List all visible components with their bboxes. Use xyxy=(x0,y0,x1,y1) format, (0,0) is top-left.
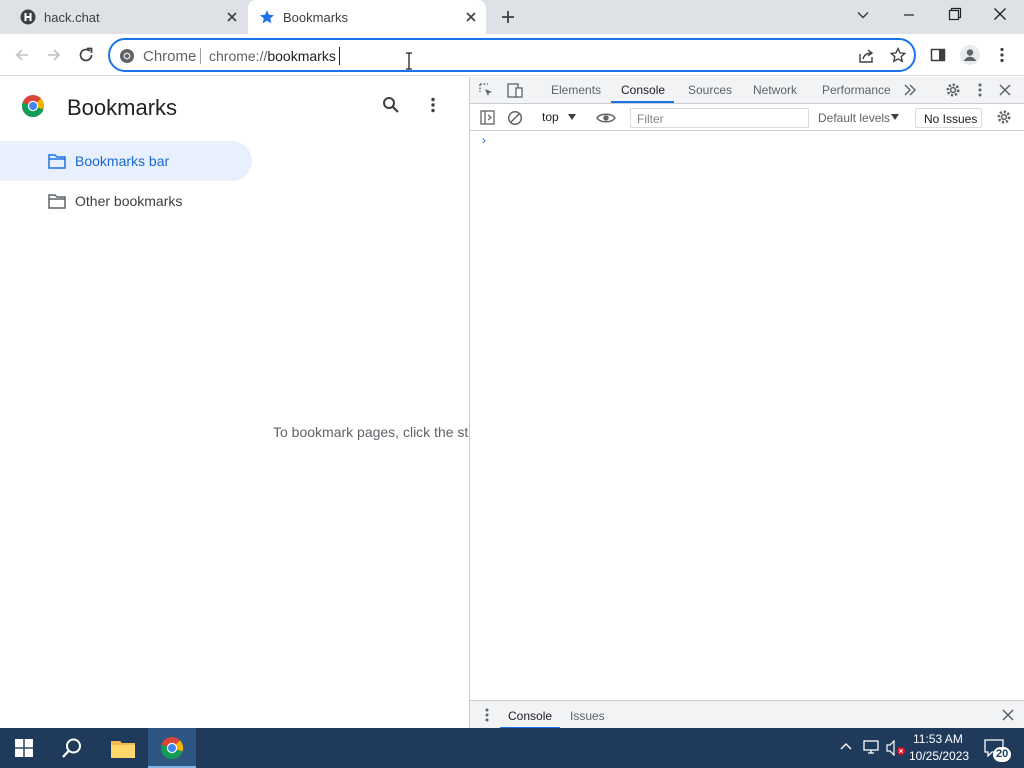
devtools-tab-elements[interactable]: Elements xyxy=(551,83,601,97)
devtools-drawer: Console Issues xyxy=(470,700,1024,729)
active-tab-indicator xyxy=(611,101,674,103)
tab-bookmarks[interactable]: Bookmarks xyxy=(248,0,486,34)
share-icon[interactable] xyxy=(858,48,874,64)
dropdown-arrow-icon xyxy=(891,114,899,120)
restore-icon[interactable] xyxy=(948,7,962,21)
log-levels-dropdown[interactable]: Default levels xyxy=(818,111,890,125)
clear-console-icon[interactable] xyxy=(507,110,523,126)
page-title: Bookmarks xyxy=(67,95,178,120)
folder-icon xyxy=(48,193,66,209)
tab-strip: hack.chat Bookmarks xyxy=(0,0,1024,34)
levels-label: Default levels xyxy=(818,111,891,125)
close-tab-icon[interactable] xyxy=(224,9,240,25)
minimize-icon[interactable] xyxy=(902,8,916,22)
console-settings-icon[interactable] xyxy=(996,109,1012,125)
forward-arrow-icon[interactable] xyxy=(42,43,66,67)
tab-title: hack.chat xyxy=(44,10,100,25)
side-panel-icon[interactable] xyxy=(926,43,950,67)
devtools-tab-console[interactable]: Console xyxy=(621,83,665,97)
omnibox-divider xyxy=(200,48,201,64)
inspect-element-icon[interactable] xyxy=(479,83,494,98)
star-favicon-icon xyxy=(259,9,275,25)
chrome-logo-icon xyxy=(119,48,135,64)
network-icon[interactable] xyxy=(863,740,879,754)
devtools-tab-bar: Elements Console Sources Network Perform… xyxy=(470,77,1024,104)
tab-title: Bookmarks xyxy=(283,10,349,25)
devtools-panel: Elements Console Sources Network Perform… xyxy=(469,77,1024,729)
reload-icon[interactable] xyxy=(74,43,98,67)
tab-search-chevron-icon[interactable] xyxy=(856,8,870,22)
drawer-menu-icon[interactable] xyxy=(485,708,489,722)
sidebar-toggle-icon[interactable] xyxy=(480,110,495,125)
tab-hack-chat[interactable]: hack.chat xyxy=(8,0,246,34)
dropdown-arrow-icon xyxy=(568,114,576,120)
live-expression-eye-icon[interactable] xyxy=(596,111,616,125)
back-arrow-icon[interactable] xyxy=(10,43,34,67)
console-filter-input[interactable]: Filter xyxy=(630,108,809,128)
volume-muted-icon[interactable] xyxy=(886,740,906,756)
drawer-tab-console[interactable]: Console xyxy=(508,709,552,723)
bookmarks-manager: Bookmarks Bookmarks bar Other bookmarks … xyxy=(0,77,469,728)
chrome-logo-icon xyxy=(21,94,45,118)
issues-counter-button[interactable]: No Issues xyxy=(915,108,982,128)
folder-bookmarks-bar[interactable]: Bookmarks bar xyxy=(0,141,252,181)
folder-icon xyxy=(48,153,66,169)
url-text[interactable]: chrome://bookmarks xyxy=(209,48,336,64)
folder-label: Other bookmarks xyxy=(75,193,183,209)
close-devtools-icon[interactable] xyxy=(999,84,1011,96)
search-icon[interactable] xyxy=(61,737,83,759)
issues-label: No Issues xyxy=(924,112,978,126)
close-window-icon[interactable] xyxy=(993,7,1007,21)
devtools-tab-performance[interactable]: Performance xyxy=(822,83,891,97)
chrome-menu-icon[interactable] xyxy=(990,43,1014,67)
profile-avatar-icon[interactable] xyxy=(958,43,982,67)
address-bar[interactable]: Chrome chrome://bookmarks xyxy=(108,38,916,72)
close-drawer-icon[interactable] xyxy=(1002,709,1014,721)
close-tab-icon[interactable] xyxy=(463,9,479,25)
filter-placeholder: Filter xyxy=(637,112,664,126)
taskbar-date[interactable]: 10/25/2023 xyxy=(909,749,969,763)
windows-start-icon[interactable] xyxy=(15,739,33,757)
windows-taskbar: 11:53 AM 10/25/2023 20 xyxy=(0,728,1024,768)
devtools-settings-icon[interactable] xyxy=(945,82,961,98)
mouse-ibeam-cursor-icon xyxy=(404,52,414,70)
site-chip-label: Chrome xyxy=(143,48,197,65)
url-scheme: chrome:// xyxy=(209,48,268,64)
hack-chat-favicon-icon xyxy=(20,9,36,25)
device-toolbar-icon[interactable] xyxy=(507,83,523,98)
notification-count-badge: 20 xyxy=(993,747,1012,762)
more-tabs-chevron-icon[interactable] xyxy=(903,84,917,96)
drawer-tab-issues[interactable]: Issues xyxy=(570,709,605,723)
devtools-tab-network[interactable]: Network xyxy=(753,83,797,97)
chrome-taskbar-button[interactable] xyxy=(148,728,196,768)
bookmark-star-icon[interactable] xyxy=(890,47,906,63)
empty-state-message: To bookmark pages, click the st xyxy=(273,424,469,440)
context-value: top xyxy=(542,110,559,124)
console-toolbar: top Filter Default levels No Issues xyxy=(470,105,1024,131)
search-icon[interactable] xyxy=(382,96,400,114)
new-tab-icon[interactable] xyxy=(500,9,516,25)
more-options-icon[interactable] xyxy=(431,97,435,113)
taskbar-time[interactable]: 11:53 AM xyxy=(913,732,963,746)
chrome-logo-icon xyxy=(161,737,183,760)
url-path: bookmarks xyxy=(267,48,336,64)
browser-toolbar: Chrome chrome://bookmarks xyxy=(0,34,1024,76)
context-select[interactable]: top xyxy=(542,110,559,124)
devtools-menu-icon[interactable] xyxy=(978,83,982,97)
tray-chevron-up-icon[interactable] xyxy=(840,742,852,750)
devtools-tab-sources[interactable]: Sources xyxy=(688,83,732,97)
file-explorer-icon[interactable] xyxy=(111,739,135,758)
console-prompt[interactable]: › xyxy=(482,133,486,147)
folder-label: Bookmarks bar xyxy=(75,153,170,169)
folder-other-bookmarks[interactable]: Other bookmarks xyxy=(0,181,252,221)
text-caret xyxy=(339,47,340,65)
